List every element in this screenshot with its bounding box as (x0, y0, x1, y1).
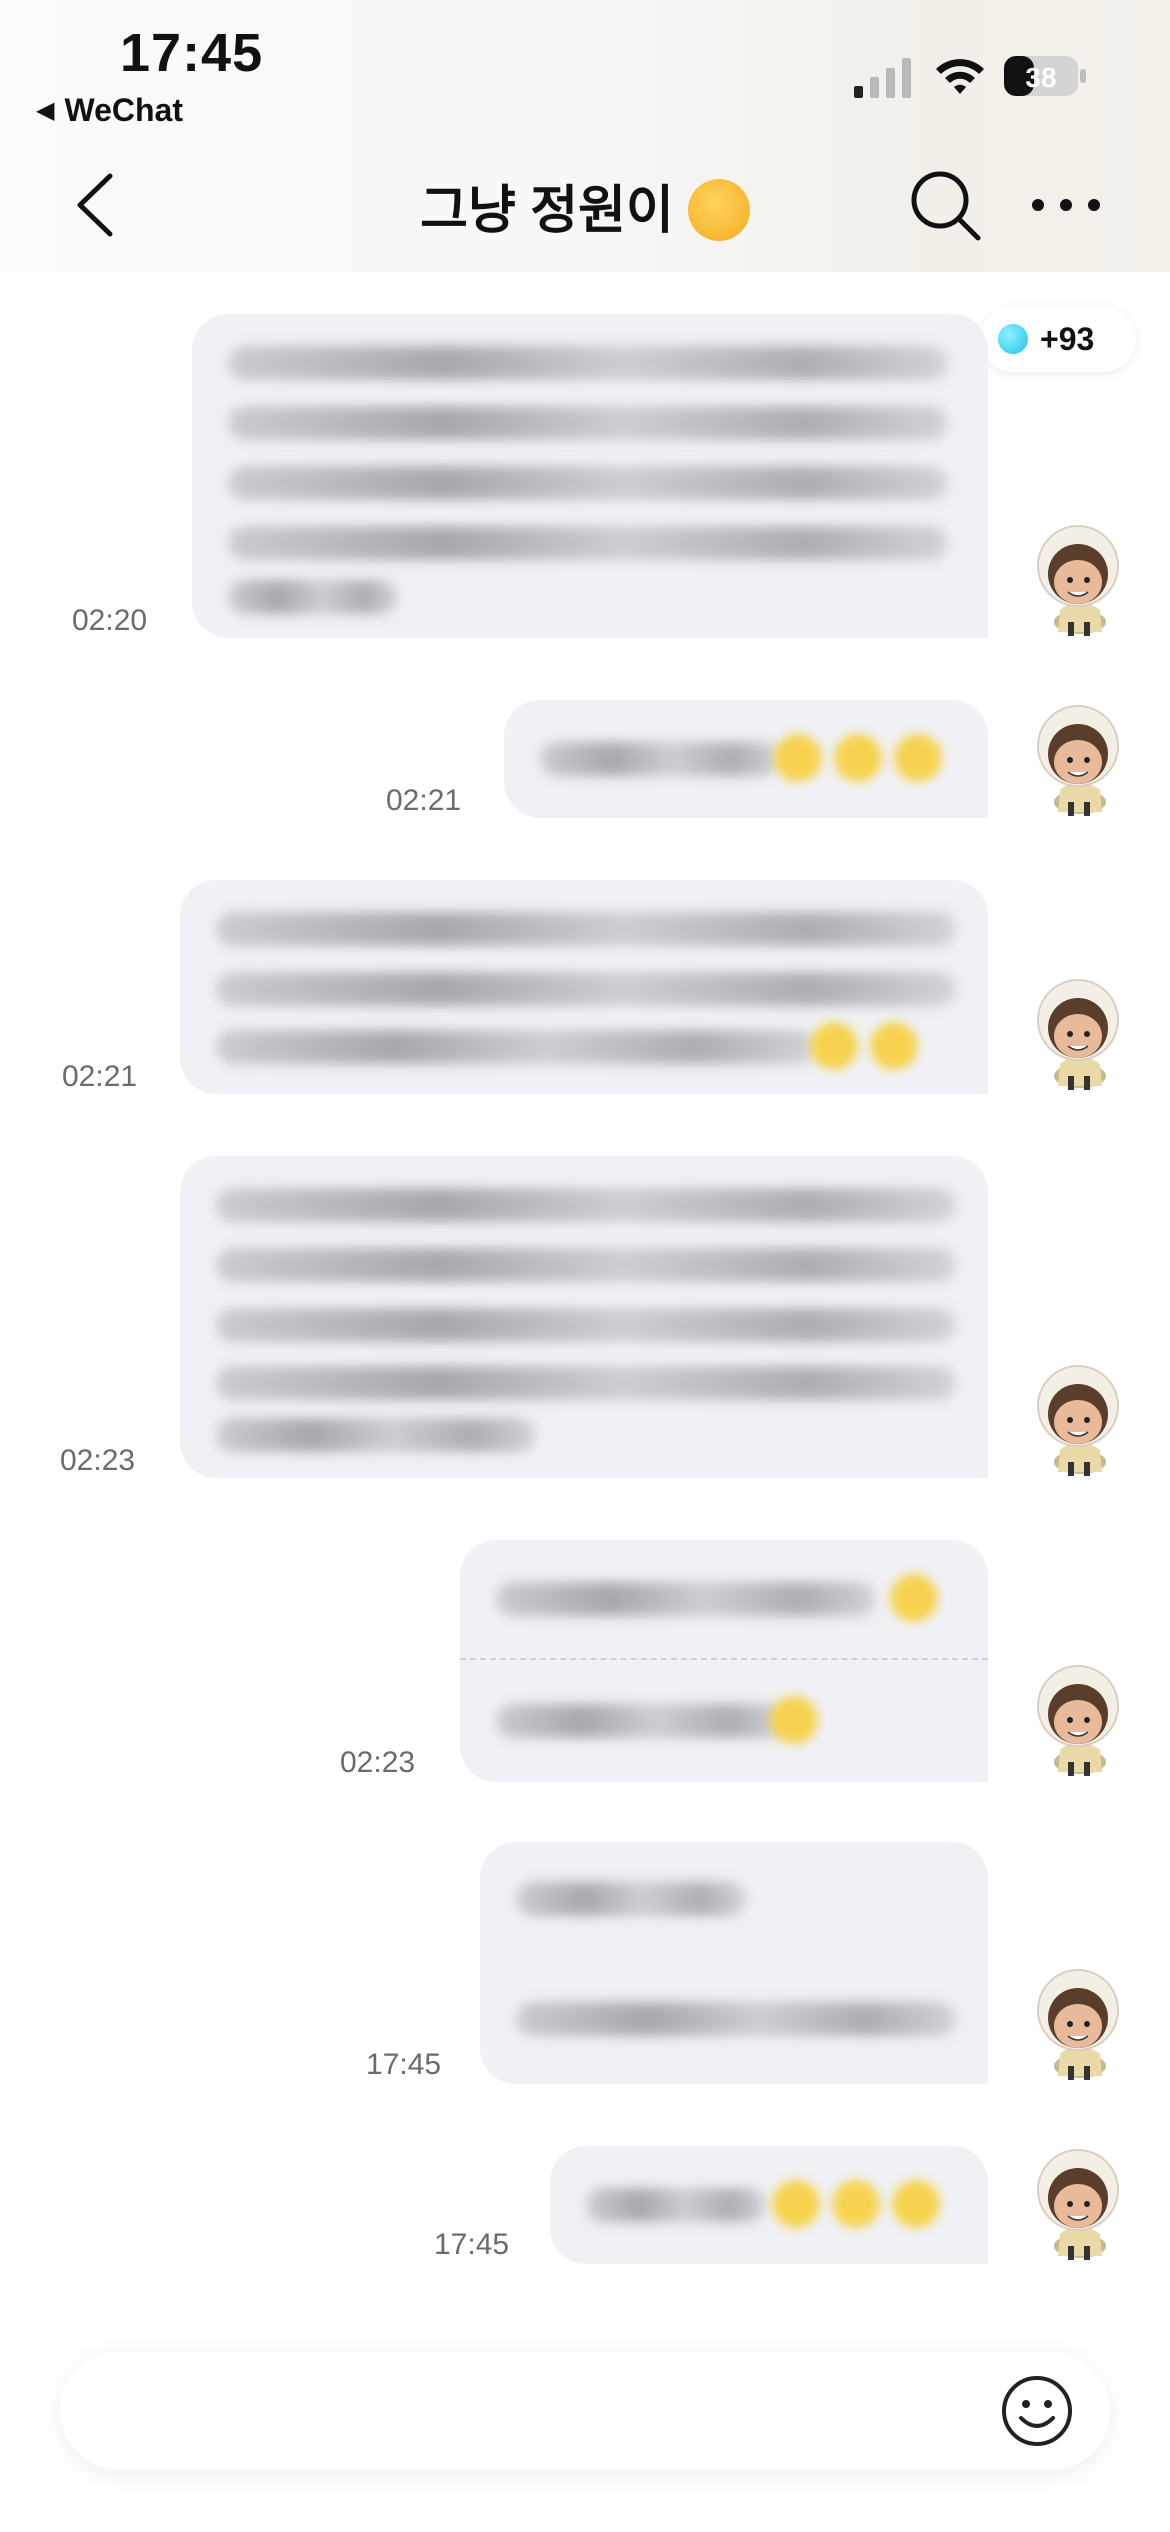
smiling-face-with-hearts-icon (687, 179, 750, 242)
blurred-text (216, 1030, 816, 1064)
blurred-emoji (892, 2180, 940, 2228)
emoji-icon[interactable] (1000, 2374, 1074, 2448)
message-input[interactable] (100, 2352, 1004, 2472)
message-timestamp: 02:23 (340, 1746, 416, 1779)
message-timestamp: 17:45 (366, 2048, 442, 2081)
blurred-emoji (810, 1022, 858, 1070)
badge-label: +93 (1040, 320, 1095, 357)
blurred-text (516, 2002, 956, 2036)
wifi-icon (936, 59, 984, 94)
blurred-emoji (834, 734, 882, 782)
message-timestamp: 17:45 (434, 2228, 510, 2261)
message-bubble[interactable] (504, 700, 988, 818)
blurred-emoji (770, 1696, 818, 1744)
avatar[interactable] (1030, 2146, 1126, 2262)
blurred-text (216, 1248, 956, 1282)
status-time: 17:45 (120, 23, 264, 83)
blurred-text (228, 466, 948, 500)
blurred-text (228, 406, 948, 440)
avatar[interactable] (1030, 1662, 1126, 1778)
blurred-text (216, 1418, 536, 1452)
battery-icon: 38 (1004, 56, 1086, 96)
points-badge[interactable]: +93 (980, 306, 1136, 372)
blurred-emoji (774, 734, 822, 782)
message-bubble[interactable] (460, 1540, 988, 1782)
avatar[interactable] (1030, 522, 1126, 638)
blurred-text (228, 580, 398, 614)
blurred-text (216, 1188, 956, 1222)
blurred-emoji (890, 1574, 938, 1622)
search-icon[interactable] (910, 170, 982, 242)
more-options-icon[interactable] (1028, 180, 1104, 230)
message-bubble[interactable] (180, 1156, 988, 1478)
blurred-text (216, 972, 956, 1006)
blurred-text (516, 1882, 746, 1916)
message-bubble[interactable] (180, 880, 988, 1094)
message-divider (460, 1658, 988, 1660)
gem-icon (998, 324, 1028, 354)
back-app-label: WeChat (64, 92, 183, 128)
blurred-emoji (894, 734, 942, 782)
back-triangle-icon: ◀ (36, 97, 55, 124)
message-bubble[interactable] (550, 2146, 988, 2264)
blurred-text (228, 526, 948, 560)
blurred-emoji (832, 2180, 880, 2228)
blurred-text (228, 346, 948, 380)
message-input-bar[interactable] (60, 2352, 1110, 2472)
avatar[interactable] (1030, 1362, 1126, 1478)
blurred-text (216, 1308, 956, 1342)
chat-title-text: 그냥 정원이 (420, 182, 674, 240)
cellular-signal-icon (854, 58, 911, 98)
blurred-text (540, 742, 780, 776)
avatar[interactable] (1030, 1966, 1126, 2082)
blurred-text (496, 1704, 786, 1738)
status-bar: 17:45 ◀ WeChat 38 (0, 0, 1170, 140)
blurred-text (216, 1366, 956, 1400)
blurred-emoji (772, 2180, 820, 2228)
message-timestamp: 02:20 (72, 604, 148, 637)
message-timestamp: 02:21 (62, 1060, 138, 1093)
blurred-text (216, 912, 956, 946)
blurred-text (496, 1582, 876, 1616)
blurred-emoji (870, 1022, 918, 1070)
message-bubble[interactable] (480, 1842, 988, 2084)
avatar[interactable] (1030, 702, 1126, 818)
battery-level: 38 (1025, 62, 1056, 93)
message-bubble[interactable] (192, 314, 988, 638)
back-to-app-link[interactable]: ◀ WeChat (36, 92, 183, 129)
avatar[interactable] (1030, 976, 1126, 1092)
message-timestamp: 02:23 (60, 1444, 136, 1477)
message-timestamp: 02:21 (386, 784, 462, 817)
chat-title: 그냥 정원이 (0, 168, 1170, 245)
blurred-text (586, 2188, 766, 2222)
